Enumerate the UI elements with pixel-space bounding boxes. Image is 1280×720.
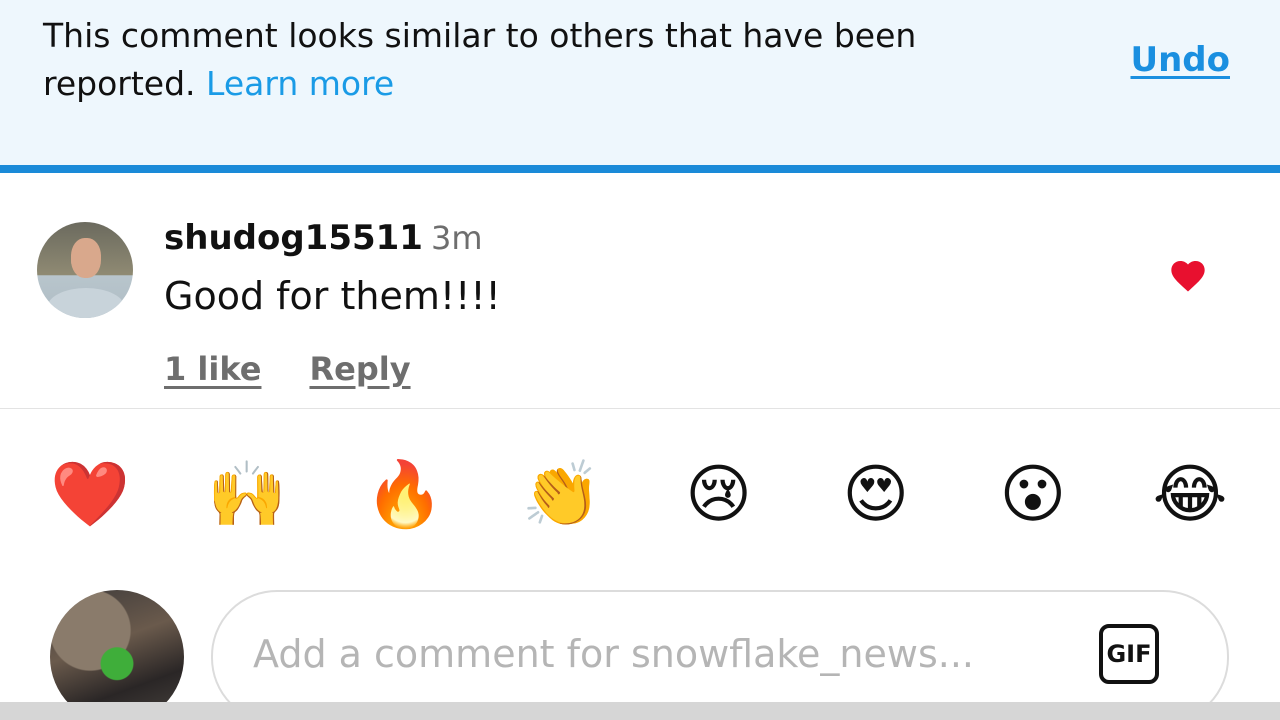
heart-icon[interactable]	[1168, 256, 1208, 296]
section-divider	[0, 408, 1280, 409]
raising-hands-emoji-reaction[interactable]: 🙌	[197, 450, 297, 540]
moderation-notice-banner: This comment looks similar to others tha…	[0, 0, 1280, 165]
comment-actions: 1 like Reply	[164, 350, 411, 388]
likes-count-link[interactable]: 1 like	[164, 350, 261, 388]
comment-screen: This comment looks similar to others tha…	[0, 0, 1280, 720]
quick-reactions-bar: ❤️ 🙌 🔥 👏 😢 😍 😮 😂	[40, 450, 1240, 540]
notice-message: This comment looks similar to others tha…	[43, 12, 1053, 108]
bottom-bar	[0, 702, 1280, 720]
reply-button[interactable]: Reply	[309, 350, 410, 388]
avatar-face	[71, 238, 101, 278]
notice-divider	[0, 165, 1280, 173]
comment-input[interactable]: Add a comment for snowflake_news... GIF	[211, 590, 1229, 720]
laughing-tears-emoji-reaction[interactable]: 😂	[1140, 450, 1240, 540]
heart-eyes-emoji-reaction[interactable]: 😍	[826, 450, 926, 540]
comment-header: shudog15511 3m	[164, 218, 483, 258]
comment-timestamp: 3m	[430, 219, 483, 257]
gif-button[interactable]: GIF	[1099, 624, 1159, 684]
fire-emoji-reaction[interactable]: 🔥	[354, 450, 454, 540]
notice-text: This comment looks similar to others tha…	[43, 16, 917, 103]
undo-button[interactable]: Undo	[1130, 40, 1230, 80]
heart-emoji-reaction[interactable]: ❤️	[40, 450, 140, 540]
current-user-avatar	[50, 590, 184, 720]
comment-username[interactable]: shudog15511	[164, 218, 423, 258]
avatar-shirt	[47, 288, 125, 318]
comment-input-placeholder: Add a comment for snowflake_news...	[253, 632, 974, 676]
clapping-hands-emoji-reaction[interactable]: 👏	[511, 450, 611, 540]
surprised-face-emoji-reaction[interactable]: 😮	[983, 450, 1083, 540]
commenter-avatar[interactable]	[37, 222, 133, 318]
learn-more-link[interactable]: Learn more	[206, 64, 394, 103]
comment-text: Good for them!!!!	[164, 274, 501, 318]
crying-face-emoji-reaction[interactable]: 😢	[669, 450, 769, 540]
